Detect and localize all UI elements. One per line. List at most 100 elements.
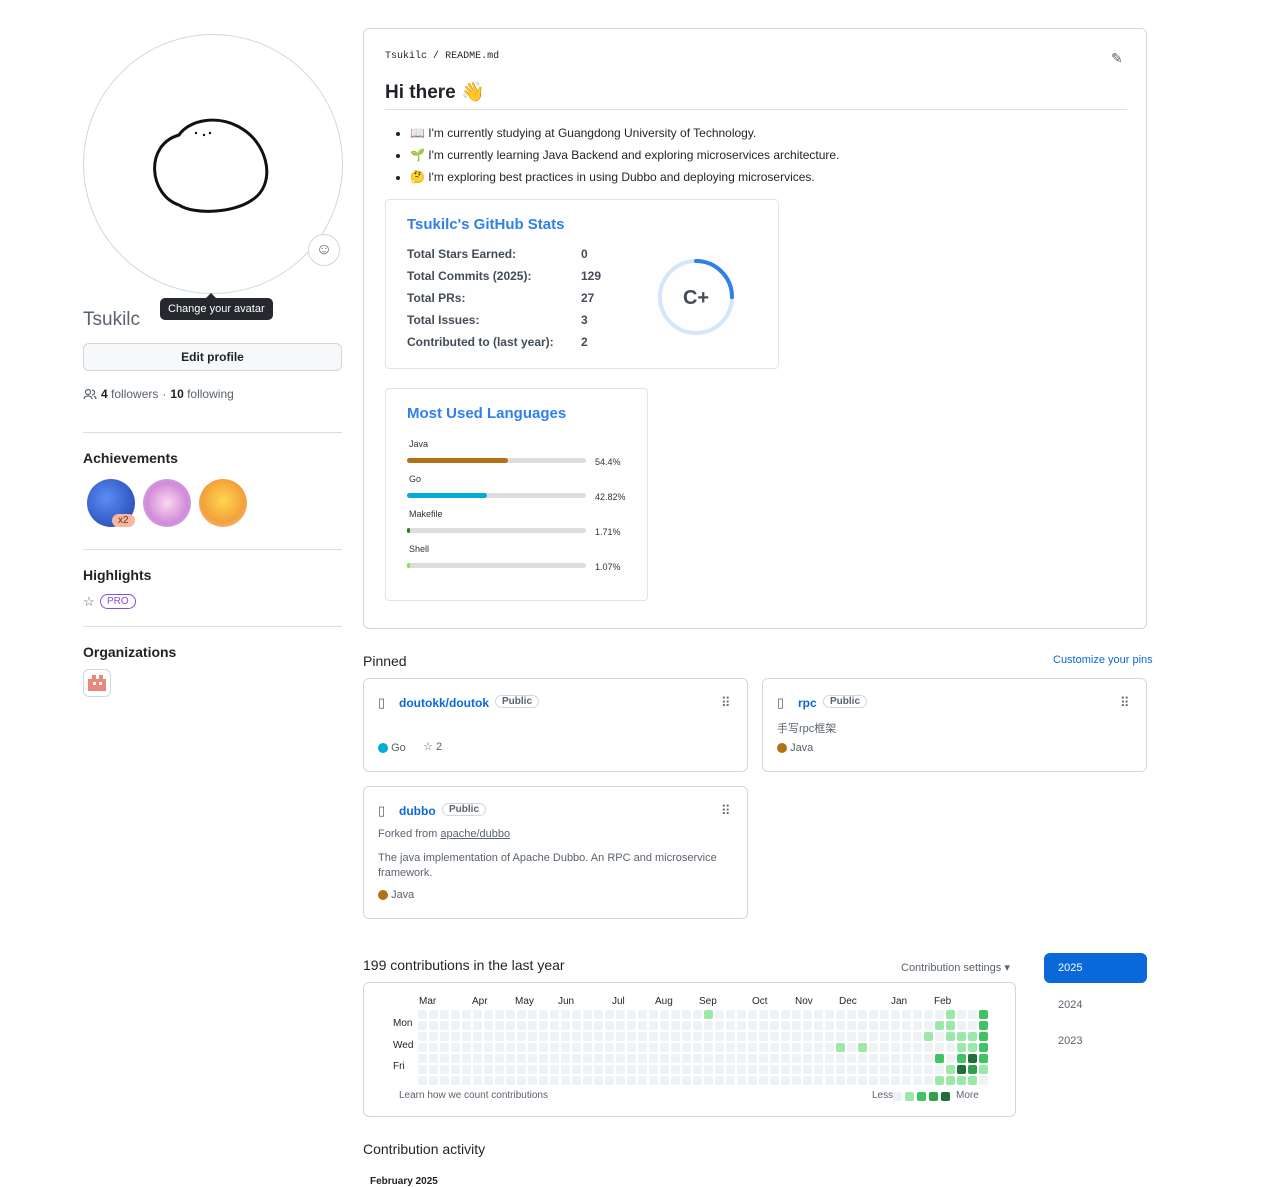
year-2023-button[interactable]: 2023 (1044, 1026, 1147, 1056)
contribution-day[interactable] (858, 1076, 867, 1085)
contribution-day[interactable] (693, 1054, 702, 1063)
contribution-day[interactable] (770, 1032, 779, 1041)
contribution-day[interactable] (594, 1010, 603, 1019)
contribution-day[interactable] (902, 1010, 911, 1019)
contribution-day[interactable] (781, 1043, 790, 1052)
contribution-day[interactable] (528, 1043, 537, 1052)
pencil-icon[interactable]: ✎ (1111, 50, 1123, 67)
contribution-day[interactable] (957, 1076, 966, 1085)
contribution-day[interactable] (495, 1032, 504, 1041)
contribution-day[interactable] (880, 1010, 889, 1019)
contribution-day[interactable] (649, 1065, 658, 1074)
contribution-day[interactable] (814, 1021, 823, 1030)
contribution-day[interactable] (638, 1010, 647, 1019)
contribution-day[interactable] (946, 1032, 955, 1041)
contribution-day[interactable] (627, 1010, 636, 1019)
contribution-day[interactable] (451, 1032, 460, 1041)
contribution-day[interactable] (495, 1065, 504, 1074)
contribution-day[interactable] (957, 1043, 966, 1052)
contribution-day[interactable] (693, 1076, 702, 1085)
contribution-day[interactable] (572, 1054, 581, 1063)
contribution-day[interactable] (869, 1021, 878, 1030)
contribution-day[interactable] (517, 1065, 526, 1074)
contribution-day[interactable] (693, 1032, 702, 1041)
contribution-day[interactable] (979, 1021, 988, 1030)
contribution-day[interactable] (935, 1054, 944, 1063)
contribution-day[interactable] (924, 1054, 933, 1063)
contribution-day[interactable] (803, 1021, 812, 1030)
contribution-day[interactable] (869, 1076, 878, 1085)
contribution-day[interactable] (660, 1076, 669, 1085)
contribution-day[interactable] (770, 1076, 779, 1085)
contribution-day[interactable] (715, 1065, 724, 1074)
contribution-day[interactable] (462, 1010, 471, 1019)
contribution-day[interactable] (473, 1010, 482, 1019)
contribution-day[interactable] (572, 1032, 581, 1041)
contribution-day[interactable] (649, 1010, 658, 1019)
contribution-day[interactable] (737, 1010, 746, 1019)
contribution-day[interactable] (946, 1043, 955, 1052)
contribution-day[interactable] (979, 1010, 988, 1019)
contribution-day[interactable] (858, 1054, 867, 1063)
contribution-day[interactable] (968, 1065, 977, 1074)
contribution-day[interactable] (473, 1076, 482, 1085)
contribution-day[interactable] (440, 1021, 449, 1030)
contribution-day[interactable] (638, 1021, 647, 1030)
contribution-day[interactable] (759, 1065, 768, 1074)
contribution-day[interactable] (572, 1043, 581, 1052)
contribution-day[interactable] (836, 1076, 845, 1085)
contribution-day[interactable] (891, 1043, 900, 1052)
contribution-day[interactable] (484, 1043, 493, 1052)
contribution-day[interactable] (517, 1076, 526, 1085)
contribution-day[interactable] (429, 1021, 438, 1030)
contribution-day[interactable] (737, 1076, 746, 1085)
contribution-day[interactable] (880, 1065, 889, 1074)
contribution-day[interactable] (561, 1065, 570, 1074)
contribution-day[interactable] (572, 1010, 581, 1019)
contribution-day[interactable] (539, 1032, 548, 1041)
contribution-day[interactable] (924, 1065, 933, 1074)
contribution-day[interactable] (704, 1043, 713, 1052)
contribution-day[interactable] (550, 1032, 559, 1041)
contribution-day[interactable] (671, 1076, 680, 1085)
contribution-day[interactable] (462, 1021, 471, 1030)
contribution-day[interactable] (803, 1032, 812, 1041)
contribution-day[interactable] (869, 1054, 878, 1063)
contribution-day[interactable] (429, 1032, 438, 1041)
contribution-day[interactable] (770, 1043, 779, 1052)
contribution-day[interactable] (495, 1043, 504, 1052)
contribution-day[interactable] (946, 1021, 955, 1030)
contribution-day[interactable] (627, 1032, 636, 1041)
contribution-day[interactable] (528, 1021, 537, 1030)
contribution-day[interactable] (550, 1043, 559, 1052)
contribution-day[interactable] (627, 1076, 636, 1085)
readme-path-user[interactable]: Tsukilc (385, 51, 427, 62)
readme-path-file[interactable]: README.md (445, 51, 499, 62)
contribution-day[interactable] (726, 1021, 735, 1030)
contribution-day[interactable] (770, 1065, 779, 1074)
contribution-day[interactable] (726, 1043, 735, 1052)
contribution-day[interactable] (715, 1010, 724, 1019)
contribution-day[interactable] (539, 1043, 548, 1052)
contribution-day[interactable] (957, 1032, 966, 1041)
contribution-day[interactable] (495, 1054, 504, 1063)
contribution-day[interactable] (462, 1032, 471, 1041)
contribution-day[interactable] (737, 1043, 746, 1052)
contribution-day[interactable] (627, 1065, 636, 1074)
contribution-day[interactable] (605, 1043, 614, 1052)
contribution-day[interactable] (869, 1032, 878, 1041)
contribution-day[interactable] (704, 1032, 713, 1041)
contribution-day[interactable] (649, 1043, 658, 1052)
year-2025-button[interactable]: 2025 (1044, 953, 1147, 983)
contribution-day[interactable] (781, 1021, 790, 1030)
contribution-day[interactable] (935, 1043, 944, 1052)
drag-handle-icon[interactable]: ⠿ (1120, 695, 1129, 711)
contribution-day[interactable] (781, 1010, 790, 1019)
contribution-day[interactable] (902, 1032, 911, 1041)
contribution-day[interactable] (759, 1043, 768, 1052)
contribution-day[interactable] (506, 1010, 515, 1019)
contribution-day[interactable] (572, 1065, 581, 1074)
achievements-title[interactable]: Achievements (83, 450, 178, 466)
contribution-day[interactable] (748, 1010, 757, 1019)
contribution-day[interactable] (660, 1054, 669, 1063)
